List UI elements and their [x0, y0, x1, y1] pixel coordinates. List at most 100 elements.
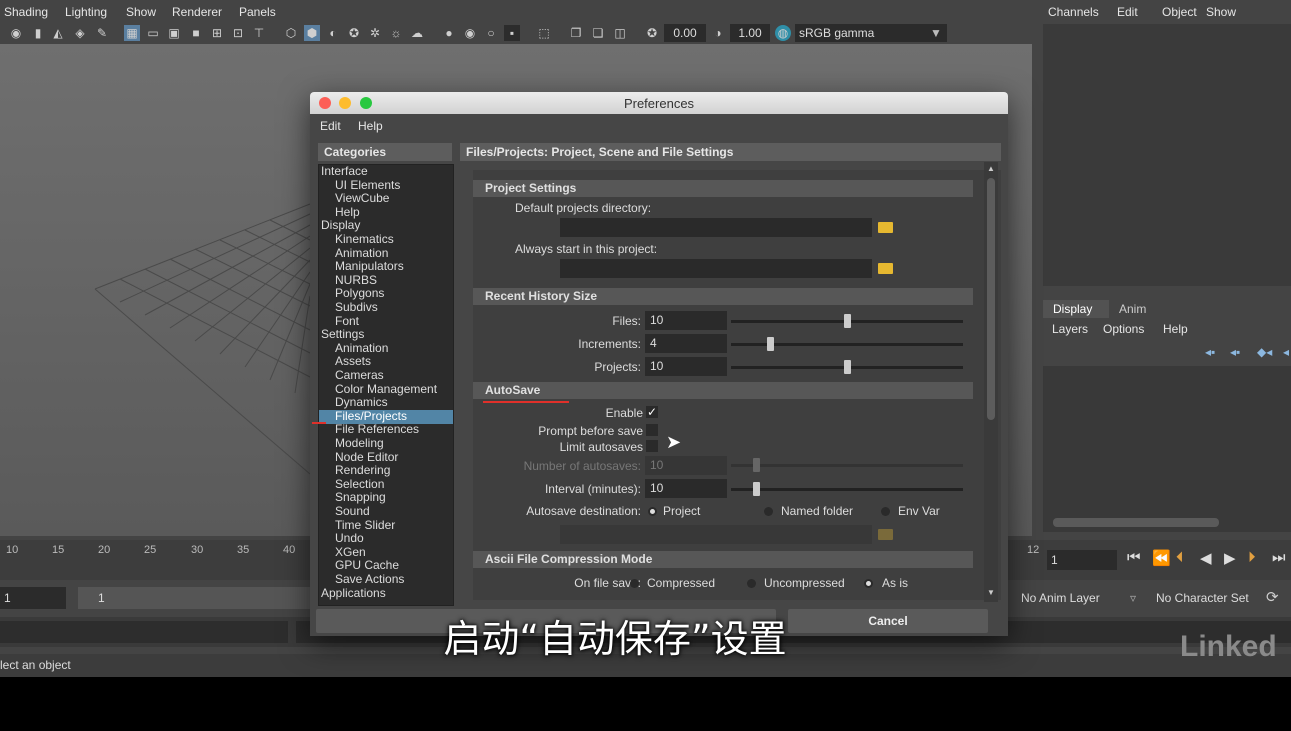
- camera-icon[interactable]: ◉: [8, 25, 24, 41]
- bookmark-icon[interactable]: ▮: [30, 25, 46, 41]
- light-bulb-icon[interactable]: ☼: [388, 25, 404, 41]
- current-frame-field[interactable]: 1: [1047, 550, 1117, 570]
- category-item[interactable]: Subdivs: [319, 301, 453, 315]
- increments-slider[interactable]: [731, 343, 963, 346]
- menu-lighting[interactable]: Lighting: [65, 5, 107, 19]
- category-item[interactable]: Save Actions: [319, 573, 453, 587]
- section-autosave[interactable]: AutoSave: [473, 382, 973, 399]
- interval-slider[interactable]: [731, 488, 963, 491]
- shadow-icon[interactable]: ☁: [409, 25, 425, 41]
- film-gate-icon[interactable]: ◈: [72, 25, 88, 41]
- ambient-occlusion-icon[interactable]: ●: [441, 25, 457, 41]
- destination-env-var-radio[interactable]: [881, 507, 890, 516]
- projects-slider-handle[interactable]: [844, 360, 851, 374]
- go-to-end-icon[interactable]: ⏭: [1272, 549, 1286, 566]
- menu-options[interactable]: Options: [1103, 322, 1144, 336]
- layer-move-down-icon[interactable]: ◂▪: [1230, 345, 1240, 359]
- image-plane-icon[interactable]: ◭: [50, 25, 66, 41]
- destination-named-folder-radio[interactable]: [764, 507, 773, 516]
- pencil-icon[interactable]: ✎: [94, 25, 110, 41]
- motion-blur-icon[interactable]: ◉: [462, 25, 478, 41]
- smooth-shade-icon[interactable]: ⬢: [304, 25, 320, 41]
- chevron-down-icon[interactable]: ▿: [1130, 587, 1142, 609]
- field-chart-icon[interactable]: ⊞: [209, 25, 225, 41]
- increments-slider-handle[interactable]: [767, 337, 775, 351]
- category-item[interactable]: Sound: [319, 505, 453, 519]
- as-is-radio[interactable]: [864, 579, 873, 588]
- category-item[interactable]: Applications: [319, 586, 453, 601]
- scroll-down-icon[interactable]: ▼: [987, 588, 995, 597]
- range-start-field[interactable]: 1: [78, 587, 318, 609]
- anim-layer-select[interactable]: No Anim Layer: [1015, 587, 1125, 609]
- projects-field[interactable]: 10: [645, 357, 727, 376]
- layer-scrollbar[interactable]: [1053, 518, 1219, 527]
- xray-joints-icon[interactable]: ❏: [590, 25, 606, 41]
- layer-editor[interactable]: [1043, 366, 1291, 532]
- categories-list[interactable]: Interface UI Elements ViewCube Help Display K…: [318, 164, 454, 606]
- gamma-icon[interactable]: ◑: [710, 25, 726, 41]
- tab-anim[interactable]: Anim: [1119, 302, 1146, 316]
- interval-field[interactable]: 10: [645, 479, 727, 498]
- anti-alias-icon[interactable]: ○: [483, 25, 499, 41]
- category-item[interactable]: Modeling: [319, 437, 453, 451]
- settings-scrollbar[interactable]: ▲ ▼: [984, 162, 998, 602]
- prompt-before-save-checkbox[interactable]: [646, 424, 658, 436]
- menu-help[interactable]: Help: [358, 119, 383, 133]
- exposure-field[interactable]: 0.00: [664, 24, 706, 42]
- number-of-autosaves-slider[interactable]: [731, 464, 963, 467]
- dialog-titlebar[interactable]: Preferences: [310, 92, 1008, 114]
- gamma-field[interactable]: 1.00: [730, 24, 770, 42]
- scrollbar-thumb[interactable]: [987, 178, 995, 420]
- isolate-select-icon[interactable]: ⬚: [536, 25, 552, 41]
- gate-mask-icon[interactable]: ■: [188, 25, 204, 41]
- color-management-icon[interactable]: ◍: [775, 25, 791, 41]
- layer-move-up-icon[interactable]: ◂▪: [1205, 345, 1215, 359]
- number-of-autosaves-handle[interactable]: [753, 458, 760, 472]
- autosave-folder-field[interactable]: [560, 525, 872, 544]
- new-layer-selected-icon[interactable]: ◂: [1283, 345, 1289, 359]
- scroll-up-icon[interactable]: ▲: [987, 164, 995, 173]
- interval-slider-handle[interactable]: [753, 482, 760, 496]
- safe-action-icon[interactable]: ⊡: [230, 25, 246, 41]
- menu-shading[interactable]: Shading: [4, 5, 48, 19]
- film-gate-icon[interactable]: ▭: [145, 25, 161, 41]
- depth-of-field-icon[interactable]: ▪: [504, 25, 520, 41]
- section-ascii-compression[interactable]: Ascii File Compression Mode: [473, 551, 973, 568]
- category-item[interactable]: Cameras: [319, 369, 453, 383]
- go-to-start-icon[interactable]: ⏮: [1127, 549, 1141, 566]
- increments-field[interactable]: 4: [645, 334, 727, 353]
- menu-channels[interactable]: Channels: [1048, 5, 1099, 19]
- play-forward-icon[interactable]: ▶: [1224, 549, 1236, 567]
- files-slider-handle[interactable]: [844, 314, 851, 328]
- section-project-settings[interactable]: Project Settings: [473, 180, 973, 197]
- folder-icon[interactable]: [878, 529, 893, 540]
- menu-renderer[interactable]: Renderer: [172, 5, 222, 19]
- prev-key-icon[interactable]: ⏴: [1176, 549, 1184, 566]
- files-field[interactable]: 10: [645, 311, 727, 330]
- menu-help[interactable]: Help: [1163, 322, 1188, 336]
- new-layer-icon[interactable]: ◆◂: [1257, 345, 1272, 359]
- menu-edit[interactable]: Edit: [1117, 5, 1138, 19]
- section-recent-history[interactable]: Recent History Size: [473, 288, 973, 305]
- resolution-gate-icon[interactable]: ▣: [166, 25, 182, 41]
- step-back-icon[interactable]: ⏪: [1152, 549, 1171, 567]
- number-of-autosaves-field[interactable]: 10: [645, 456, 727, 475]
- menu-edit[interactable]: Edit: [320, 119, 341, 133]
- textured-icon[interactable]: ✪: [346, 25, 362, 41]
- always-start-field[interactable]: [560, 259, 872, 278]
- menu-object[interactable]: Object: [1162, 5, 1197, 19]
- category-item[interactable]: Interface: [319, 165, 453, 179]
- xray-components-icon[interactable]: ◫: [612, 25, 628, 41]
- tab-display[interactable]: Display: [1043, 300, 1109, 318]
- default-material-icon[interactable]: ◐: [325, 25, 341, 41]
- wireframe-icon[interactable]: ⬡: [283, 25, 299, 41]
- default-projects-dir-field[interactable]: [560, 218, 872, 237]
- compressed-radio[interactable]: [630, 579, 639, 588]
- start-time-field[interactable]: 1: [0, 587, 66, 609]
- menu-layers[interactable]: Layers: [1052, 322, 1088, 336]
- menu-panels[interactable]: Panels: [239, 5, 276, 19]
- uncompressed-radio[interactable]: [747, 579, 756, 588]
- folder-icon[interactable]: [878, 222, 893, 233]
- auto-key-icon[interactable]: ⟳: [1266, 587, 1286, 609]
- xray-icon[interactable]: ❐: [568, 25, 584, 41]
